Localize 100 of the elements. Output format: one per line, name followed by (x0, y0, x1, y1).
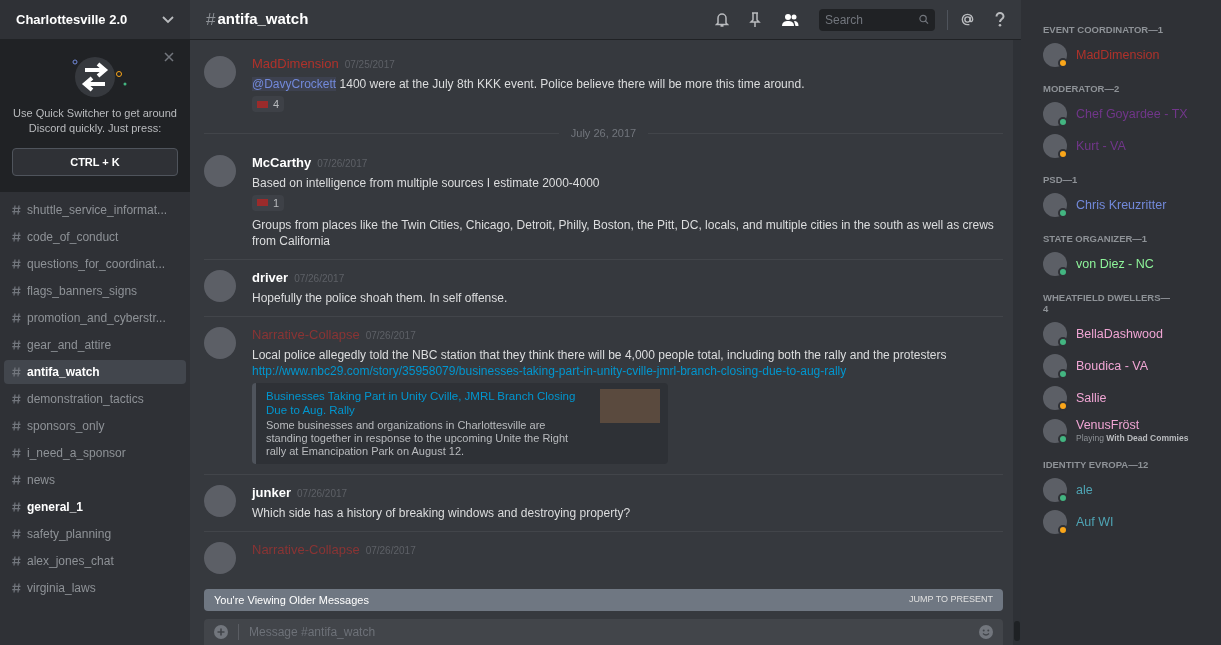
photo-placeholder (600, 388, 660, 423)
bell-icon[interactable] (715, 11, 729, 28)
hash-icon (12, 529, 21, 539)
channel-name: flags_banners_signs (27, 283, 138, 300)
mention-link[interactable]: @DavyCrockett (252, 77, 337, 91)
avatar (1043, 478, 1067, 502)
hash-icon (12, 205, 21, 215)
message-link[interactable]: http://www.nbc29.com/story/35958079/businesses-taking-part-in-unity-cville-jmrl-branch-closing-due-to-aug-rally (252, 362, 1003, 379)
pin-icon[interactable] (749, 11, 761, 28)
channel-item[interactable]: questions_for_coordinat... (4, 252, 186, 276)
channel-item[interactable]: flags_banners_signs (4, 279, 186, 303)
channel-item[interactable]: promotion_and_cyberstr... (4, 306, 186, 330)
avatar (1043, 510, 1067, 534)
hash-icon (12, 448, 21, 458)
mention-icon[interactable] (960, 12, 975, 27)
member-name[interactable]: Auf WI (1076, 514, 1114, 530)
author-name[interactable]: junker (252, 484, 291, 501)
jump-to-present-link[interactable]: JUMP TO PRESENT (908, 593, 993, 607)
hash-icon (12, 340, 21, 350)
quick-switcher-text: Use Quick Switcher to get around Discord quickly. Just press: (12, 106, 178, 136)
avatar (1043, 43, 1067, 67)
avatar (1043, 134, 1067, 158)
emoji-icon (257, 100, 268, 108)
channel-name: antifa_watch (27, 364, 100, 381)
embed-title[interactable]: Businesses Taking Part in Unity Cville, JMRL Branch Closing Due to Aug. Rally (266, 388, 588, 417)
channel-name: virginia_laws (27, 580, 96, 597)
role-heading: PSD—1 (1043, 174, 1079, 185)
close-icon[interactable] (164, 52, 174, 62)
avatar (204, 326, 236, 359)
message-text: Which side has a history of breaking windows and destroying property? (252, 504, 632, 521)
channel-name: news (27, 472, 55, 489)
reaction-button[interactable]: 4 (252, 96, 285, 112)
channel-name: alex_jones_chat (27, 553, 114, 570)
search-icon (919, 14, 929, 25)
channel-item[interactable]: sponsors_only (4, 414, 186, 438)
hash-icon (12, 556, 21, 566)
role-heading: EVENT COORDINATOR—1 (1043, 24, 1164, 35)
hash-icon: # (206, 6, 216, 33)
avatar (1043, 418, 1067, 443)
older-messages-bar[interactable]: You're Viewing Older Messages JUMP TO PRESENT (204, 589, 1003, 611)
channel-item[interactable]: demonstration_tactics (4, 387, 186, 411)
member-activity: Playing With Dead Commies (1076, 433, 1189, 443)
chevron-down-icon (162, 15, 174, 24)
member-name[interactable]: VenusFröst (1076, 418, 1189, 433)
role-heading: IDENTITY EVROPA—12 (1043, 459, 1150, 470)
channel-name: safety_planning (27, 526, 112, 543)
hash-icon (12, 421, 21, 431)
member-name[interactable]: Chris Kreuzritter (1076, 197, 1167, 213)
channel-name: promotion_and_cyberstr... (27, 310, 166, 327)
members-icon[interactable] (781, 12, 799, 27)
hash-icon (12, 259, 21, 269)
member-name[interactable]: ale (1076, 482, 1093, 498)
help-icon[interactable] (995, 12, 1005, 27)
reaction-button[interactable]: 1 (252, 194, 285, 211)
member-name[interactable]: BellaDashwood (1076, 326, 1163, 342)
avatar (204, 484, 236, 517)
channel-name: code_of_conduct (27, 229, 119, 246)
hash-icon (12, 232, 21, 242)
avatar (1043, 354, 1067, 378)
member-name[interactable]: von Diez - NC (1076, 256, 1154, 272)
hash-icon (12, 475, 21, 485)
message-text: Hopefully the police shoah them. In self offense. (252, 289, 509, 306)
channel-title: antifa_watch (217, 9, 309, 30)
shortcut-button[interactable]: CTRL + K (12, 148, 178, 176)
channel-name: shuttle_service_informat... (27, 202, 168, 219)
channel-item[interactable]: antifa_watch (4, 360, 186, 384)
channel-item[interactable]: code_of_conduct (4, 225, 186, 249)
avatar (1043, 193, 1067, 217)
avatar (204, 269, 236, 302)
avatar (204, 541, 236, 574)
embed-description: Some businesses and organizations in Charlottesville are standing together in response to the upcoming Unite the Right rally at Emancipation Park on August 12. (266, 418, 570, 458)
avatar (1043, 386, 1067, 410)
hash-icon (12, 286, 21, 296)
role-heading: STATE ORGANIZER—1 (1043, 233, 1149, 244)
channel-item[interactable]: news (4, 468, 186, 492)
channel-item[interactable]: i_need_a_sponsor (4, 441, 186, 465)
scrollbar-thumb[interactable] (1014, 621, 1020, 641)
search-field[interactable]: Search (819, 8, 935, 31)
date-divider-label: July 26, 2017 (570, 126, 637, 141)
message-text: @DavyCrockett 1400 were at the July 8th KKK event. Police believe there will be more this time around. (252, 76, 806, 92)
channel-item[interactable]: safety_planning (4, 522, 186, 546)
channel-name: gear_and_attire (27, 337, 112, 354)
member-name[interactable]: Boudica - VA (1076, 358, 1149, 374)
avatar (1043, 322, 1067, 346)
message-text: Local police allegedly told the NBC station that they think there will be 4,000 people total, including both the rally and the protesters (252, 346, 948, 363)
channel-name: i_need_a_sponsor (27, 445, 126, 462)
channel-item[interactable]: gear_and_attire (4, 333, 186, 357)
member-name[interactable]: Sallie (1076, 390, 1107, 406)
channel-item[interactable]: virginia_laws (4, 576, 186, 600)
channel-name: general_1 (27, 499, 84, 516)
search-input[interactable]: Search (825, 10, 920, 29)
channel-item[interactable]: alex_jones_chat (4, 549, 186, 573)
hash-icon (12, 367, 21, 377)
author-name[interactable]: McCarthy (252, 154, 312, 171)
channel-item[interactable]: general_1 (4, 495, 186, 519)
emoji-icon (257, 199, 268, 206)
author-name[interactable]: driver (252, 269, 289, 286)
hash-icon (12, 313, 21, 323)
channel-item[interactable]: shuttle_service_informat... (4, 198, 186, 222)
avatar (1043, 102, 1067, 126)
